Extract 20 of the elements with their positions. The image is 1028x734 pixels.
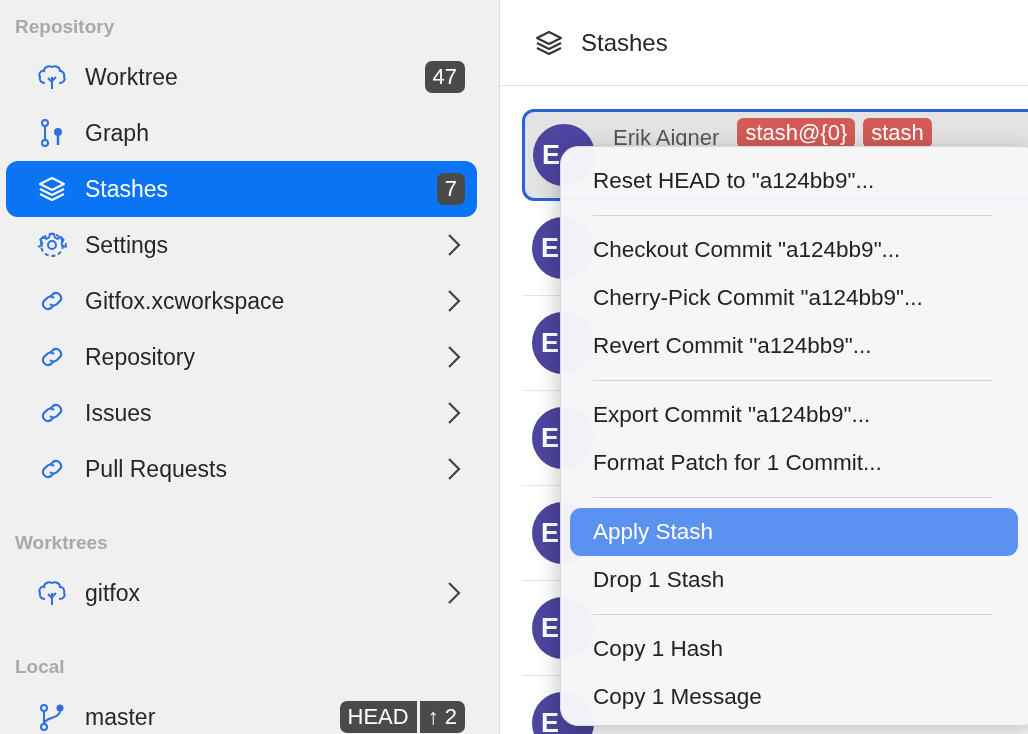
item-label: Worktree xyxy=(85,62,178,92)
section-header: Local xyxy=(15,655,66,679)
item-label: Graph xyxy=(85,118,149,148)
count-badge: 47 xyxy=(424,61,465,93)
item-label: Stashes xyxy=(85,174,169,204)
item-label: Settings xyxy=(85,230,169,260)
item-label: master xyxy=(85,702,156,732)
count-badge: 7 xyxy=(436,173,465,205)
tag: stash xyxy=(863,118,932,148)
pane-title: Stashes xyxy=(581,27,668,58)
item-label: gitfox xyxy=(85,578,140,608)
item-label: Pull Requests xyxy=(85,454,227,484)
item-label: Repository xyxy=(85,342,195,372)
count-badge: HEAD xyxy=(339,701,417,733)
section-header: Repository xyxy=(15,15,116,39)
section-header: Worktrees xyxy=(15,531,109,555)
tag: stash@{0} xyxy=(737,118,856,148)
item-label: Gitfox.xcworkspace xyxy=(85,286,285,316)
count-badge: ↑ 2 xyxy=(419,701,465,733)
item-label: Issues xyxy=(85,398,152,428)
